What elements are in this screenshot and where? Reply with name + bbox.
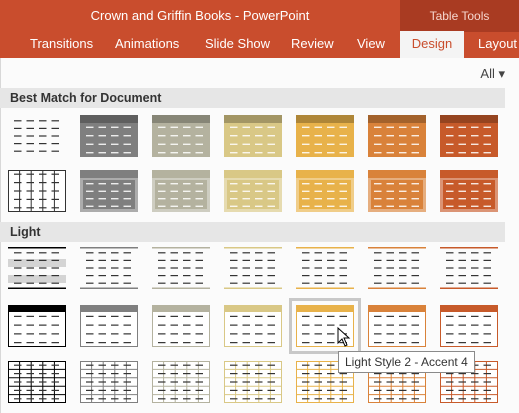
section-light: Light [0,222,505,242]
table-style-option[interactable] [152,361,210,403]
table-tools-context-header: Table Tools [400,0,519,32]
table-style-option[interactable] [440,115,498,157]
tab-layout[interactable]: Layout [478,36,517,51]
table-style-option[interactable] [8,361,66,403]
table-style-option[interactable] [368,247,426,289]
mouse-cursor-icon [337,327,351,347]
table-style-option[interactable] [368,305,426,347]
tab-view[interactable]: View [357,36,385,51]
table-style-option[interactable] [152,247,210,289]
table-style-option[interactable] [152,305,210,347]
table-style-option[interactable] [80,247,138,289]
table-style-option[interactable] [368,115,426,157]
table-style-option[interactable] [296,247,354,289]
tab-slide-show[interactable]: Slide Show [205,36,270,51]
table-style-option[interactable] [224,170,282,212]
table-style-option[interactable] [224,115,282,157]
table-style-option[interactable] [80,170,138,212]
table-style-option[interactable] [80,305,138,347]
table-style-option[interactable] [8,305,66,347]
table-style-option[interactable] [296,115,354,157]
tab-animations[interactable]: Animations [115,36,179,51]
table-style-option[interactable] [368,170,426,212]
table-style-option[interactable] [80,115,138,157]
tab-design[interactable]: Design [400,31,464,58]
table-style-option[interactable] [224,361,282,403]
section-best-match: Best Match for Document [0,88,505,108]
table-style-option[interactable] [8,247,66,289]
table-style-option[interactable] [8,170,66,212]
table-style-option[interactable] [440,305,498,347]
style-tooltip: Light Style 2 - Accent 4 [338,351,475,373]
window-title: Crown and Griffin Books - PowerPoint [90,8,310,23]
table-style-option[interactable] [440,170,498,212]
title-bar: Crown and Griffin Books - PowerPoint Tab… [0,0,519,58]
table-style-option[interactable] [224,247,282,289]
table-style-option[interactable] [8,115,66,157]
table-style-option[interactable] [80,361,138,403]
table-style-option[interactable] [152,170,210,212]
tab-transitions[interactable]: Transitions [30,36,93,51]
tab-review[interactable]: Review [291,36,334,51]
table-tools-label: Table Tools [429,9,490,23]
table-style-option[interactable] [224,305,282,347]
table-style-option[interactable] [440,247,498,289]
table-style-option[interactable] [152,115,210,157]
table-style-option[interactable] [296,170,354,212]
filter-dropdown[interactable]: All ▾ [480,66,505,82]
